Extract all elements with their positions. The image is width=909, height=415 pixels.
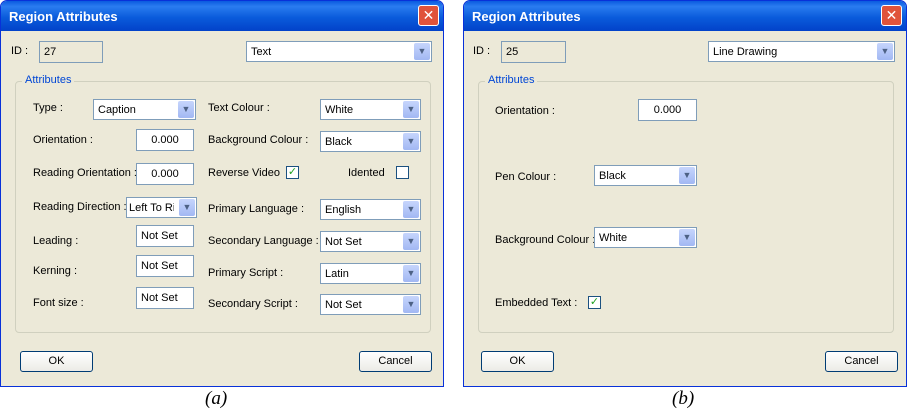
primary-language-value: English [325,204,362,216]
chevron-down-icon: ▼ [179,199,195,216]
attributes-group-title: Attributes [22,74,75,86]
reading-orientation-input[interactable]: 0.000 [136,163,194,185]
background-colour-select[interactable]: White ▼ [594,227,697,248]
font-size-label: Font size : [33,297,84,309]
leading-label: Leading : [33,235,79,247]
checkmark-icon: ✓ [589,296,600,308]
title-bar: Region Attributes ✕ [464,1,906,31]
kerning-label: Kerning : [33,265,78,277]
background-colour-value: Black [325,136,352,148]
embedded-text-checkbox[interactable]: ✓ [588,296,601,309]
background-colour-value: White [599,232,628,244]
primary-language-label: Primary Language : [208,203,304,215]
secondary-language-label: Secondary Language : [208,235,319,247]
chevron-down-icon: ▼ [403,101,419,118]
reverse-video-checkbox[interactable]: ✓ [286,166,299,179]
ok-button[interactable]: OK [20,351,93,372]
region-type-select[interactable]: Text ▼ [246,41,432,62]
secondary-script-select[interactable]: Not Set ▼ [320,294,421,315]
orientation-input[interactable]: 0.000 [638,99,697,121]
reading-orientation-label: Reading Orientation : [33,167,137,179]
chevron-down-icon: ▼ [403,296,419,313]
close-button[interactable]: ✕ [881,5,902,26]
primary-language-select[interactable]: English ▼ [320,199,421,220]
orientation-label: Orientation : [495,105,555,117]
id-field: 25 [501,41,566,63]
chevron-down-icon: ▼ [403,201,419,218]
leading-input[interactable]: Not Set [136,225,194,247]
id-label: ID : [473,45,491,57]
chevron-down-icon: ▼ [877,43,893,60]
id-label: ID : [11,45,29,57]
title-bar: Region Attributes ✕ [1,1,443,31]
type-label: Type : [33,102,63,114]
primary-script-label: Primary Script : [208,267,284,279]
pen-colour-select[interactable]: Black ▼ [594,165,697,186]
region-type-value: Line Drawing [713,46,778,58]
caption-b: (b) [672,388,695,409]
pen-colour-value: Black [599,170,626,182]
text-colour-select[interactable]: White ▼ [320,99,421,120]
background-colour-label: Background Colour : [208,134,309,146]
orientation-label: Orientation : [33,134,93,146]
primary-script-select[interactable]: Latin ▼ [320,263,421,284]
text-colour-value: White [325,104,354,116]
close-icon: ✕ [422,7,435,23]
background-colour-select[interactable]: Black ▼ [320,131,421,152]
text-colour-label: Text Colour : [208,102,270,114]
chevron-down-icon: ▼ [679,229,695,246]
chevron-down-icon: ▼ [178,101,194,118]
orientation-input[interactable]: 0.000 [136,129,194,151]
reading-direction-value: Left To Ri [129,202,174,214]
chevron-down-icon: ▼ [403,265,419,282]
close-icon: ✕ [885,7,898,23]
reading-direction-label: Reading Direction : [33,201,127,213]
chevron-down-icon: ▼ [403,233,419,250]
region-type-value: Text [251,46,272,58]
ok-button[interactable]: OK [481,351,554,372]
chevron-down-icon: ▼ [414,43,430,60]
secondary-script-value: Not Set [325,299,362,311]
idented-label: Idented [348,167,385,179]
cancel-button[interactable]: Cancel [825,351,898,372]
reading-direction-select[interactable]: Left To Ri ▼ [126,197,197,218]
kerning-input[interactable]: Not Set [136,255,194,277]
reverse-video-label: Reverse Video [208,167,280,179]
close-button[interactable]: ✕ [418,5,439,26]
background-colour-label: Background Colour : [495,234,596,246]
idented-checkbox[interactable] [396,166,409,179]
font-size-input[interactable]: Not Set [136,287,194,309]
dialog-title: Region Attributes [9,9,118,24]
secondary-language-value: Not Set [325,236,362,248]
region-attributes-dialog-line-drawing: Region Attributes ✕ ID : 25 Line Drawing… [463,0,907,387]
cancel-button[interactable]: Cancel [359,351,432,372]
pen-colour-label: Pen Colour : [495,171,557,183]
type-value: Caption [98,104,136,116]
chevron-down-icon: ▼ [403,133,419,150]
region-type-select[interactable]: Line Drawing ▼ [708,41,895,62]
secondary-script-label: Secondary Script : [208,298,298,310]
embedded-text-label: Embedded Text : [495,297,578,309]
id-field: 27 [39,41,103,63]
type-select[interactable]: Caption ▼ [93,99,196,120]
secondary-language-select[interactable]: Not Set ▼ [320,231,421,252]
caption-a: (a) [205,388,228,409]
attributes-group-title: Attributes [485,74,538,86]
region-attributes-dialog-text: Region Attributes ✕ ID : 27 Text ▼ Attri… [0,0,444,387]
chevron-down-icon: ▼ [679,167,695,184]
primary-script-value: Latin [325,268,349,280]
checkmark-icon: ✓ [287,166,298,178]
dialog-title: Region Attributes [472,9,581,24]
